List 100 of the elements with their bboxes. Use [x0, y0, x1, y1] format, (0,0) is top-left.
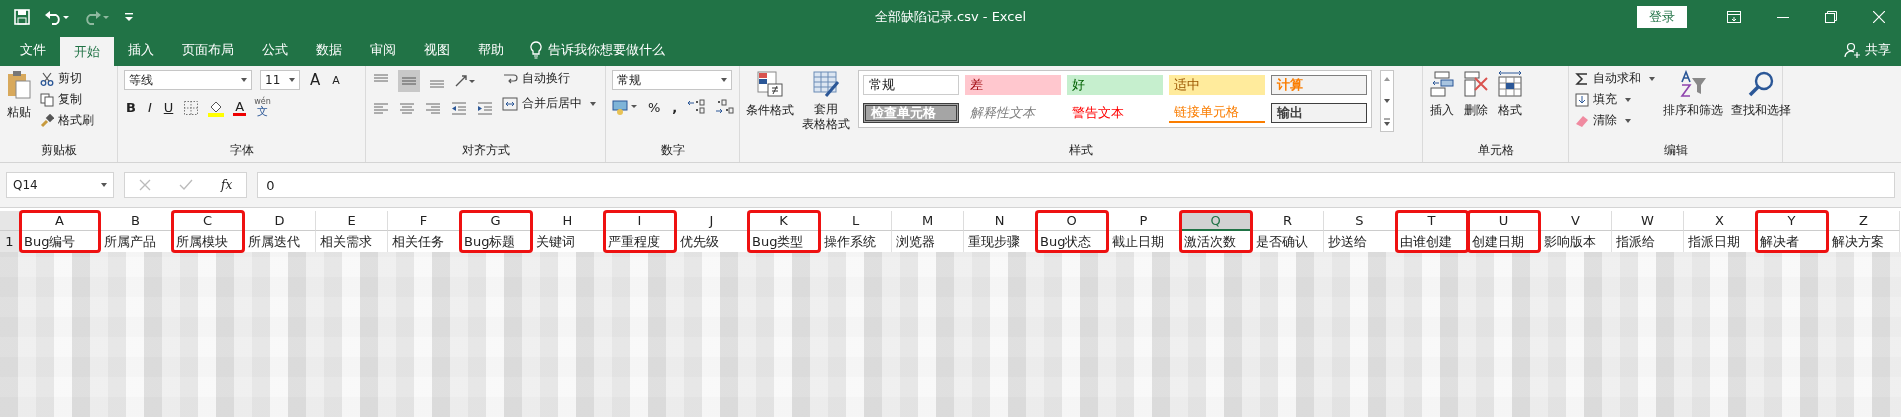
group-label: 样式: [1069, 142, 1093, 159]
column-header[interactable]: H: [532, 211, 604, 231]
font-color-button[interactable]: A: [233, 99, 247, 116]
autosum-button[interactable]: 自动求和: [1575, 70, 1655, 87]
copy-button[interactable]: 复制: [40, 91, 94, 108]
column-header[interactable]: N: [964, 211, 1036, 231]
merge-center-button[interactable]: 合并后居中: [502, 95, 596, 112]
gallery-scrollbar[interactable]: [1380, 70, 1394, 132]
restore-icon[interactable]: [1825, 10, 1837, 23]
row-number[interactable]: 1: [0, 231, 20, 252]
column-header[interactable]: W: [1612, 211, 1684, 231]
ribbon-tab[interactable]: 开始: [60, 37, 114, 66]
undo-icon[interactable]: [44, 8, 70, 25]
ribbon-tab[interactable]: 帮助: [464, 33, 518, 66]
increase-decimal-icon[interactable]: [687, 99, 708, 115]
fill-down-icon: [1575, 92, 1589, 107]
border-icon[interactable]: [183, 99, 200, 116]
font-size-dropdown[interactable]: 11: [260, 70, 300, 90]
cell-style-option[interactable]: 常规: [863, 75, 959, 95]
insert-cells-button[interactable]: 插入: [1429, 70, 1455, 119]
column-header[interactable]: X: [1684, 211, 1756, 231]
ribbon-tab[interactable]: 页面布局: [168, 33, 248, 66]
insert-cells-icon: [1429, 70, 1455, 98]
cell-style-option[interactable]: 解释性文本: [965, 103, 1061, 123]
delete-cells-icon: [1463, 70, 1489, 98]
column-header[interactable]: Q: [1180, 211, 1252, 231]
delete-cells-button[interactable]: 删除: [1463, 70, 1489, 119]
ribbon-tab[interactable]: 数据: [302, 33, 356, 66]
merge-cells-icon: [502, 95, 518, 112]
customize-icon[interactable]: [124, 10, 134, 23]
decrease-indent-icon[interactable]: [450, 100, 468, 118]
formula-input[interactable]: 0: [257, 172, 1895, 198]
window-title: 全部缺陷记录.csv - Excel: [874, 7, 1027, 26]
column-header[interactable]: B: [100, 211, 172, 231]
fill-button[interactable]: 填充: [1575, 91, 1655, 108]
table-cell: Bug标题: [460, 231, 532, 252]
sigma-icon: [1575, 71, 1589, 86]
column-header[interactable]: S: [1324, 211, 1396, 231]
cell-style-option[interactable]: 警告文本: [1067, 103, 1163, 123]
ribbon-tab[interactable]: 插入: [114, 33, 168, 66]
login-button[interactable]: 登录: [1637, 5, 1687, 28]
paste-button[interactable]: 粘贴: [6, 70, 32, 121]
group-label: 编辑: [1663, 142, 1688, 159]
clear-button[interactable]: 清除: [1575, 112, 1655, 129]
grow-font-button[interactable]: A: [308, 71, 323, 89]
table-cell: 所属模块: [172, 231, 244, 252]
comma-button[interactable]: ,: [670, 99, 680, 115]
column-header[interactable]: V: [1540, 211, 1612, 231]
column-header[interactable]: J: [676, 211, 748, 231]
column-header[interactable]: P: [1108, 211, 1180, 231]
cell-style-option[interactable]: 好: [1067, 75, 1163, 95]
bold-button[interactable]: B: [124, 100, 138, 115]
column-header[interactable]: D: [244, 211, 316, 231]
name-box[interactable]: Q14: [6, 172, 114, 198]
tell-me-search[interactable]: 告诉我你想要做什么: [548, 40, 665, 59]
ribbon-tab[interactable]: 审阅: [356, 33, 410, 66]
conditional-format-button[interactable]: 条件格式: [746, 70, 794, 119]
format-painter-button[interactable]: 格式刷: [40, 112, 94, 129]
find-select-button[interactable]: 查找和选择: [1731, 70, 1791, 119]
group-label: 字体: [229, 142, 254, 159]
format-as-table-button[interactable]: 套用 表格格式: [802, 70, 850, 132]
format-cells-button[interactable]: 格式: [1497, 70, 1523, 119]
column-header[interactable]: L: [820, 211, 892, 231]
cell-style-option[interactable]: 差: [965, 75, 1061, 95]
number-format-dropdown[interactable]: 常规: [612, 70, 732, 90]
percent-button[interactable]: %: [646, 99, 663, 115]
redo-icon[interactable]: [84, 8, 110, 25]
table-cell: Bug状态: [1036, 231, 1108, 252]
shrink-font-button[interactable]: A: [330, 73, 342, 87]
lightbulb-icon: [530, 40, 542, 59]
column-header[interactable]: R: [1252, 211, 1324, 231]
insert-function-button[interactable]: fx: [221, 178, 233, 192]
table-cell: 激活次数: [1180, 231, 1252, 252]
close-icon[interactable]: [1873, 10, 1885, 23]
wrap-text-button[interactable]: 自动换行: [502, 70, 596, 87]
font-name-dropdown[interactable]: 等线: [124, 70, 252, 90]
table-cell: 创建日期: [1468, 231, 1540, 252]
column-header[interactable]: E: [316, 211, 388, 231]
clipboard-icon: [6, 70, 32, 100]
underline-button[interactable]: U: [161, 100, 176, 115]
italic-button[interactable]: I: [145, 100, 154, 115]
copy-icon: [40, 92, 54, 107]
ribbon-tab[interactable]: 视图: [410, 33, 464, 66]
cell-style-option[interactable]: 输出: [1271, 103, 1367, 123]
cell-style-option[interactable]: 适中: [1169, 75, 1265, 95]
column-header[interactable]: Z: [1828, 211, 1900, 231]
column-header[interactable]: F: [388, 211, 460, 231]
column-header[interactable]: M: [892, 211, 964, 231]
save-icon[interactable]: [14, 8, 30, 25]
select-all-corner[interactable]: [0, 211, 20, 231]
currency-icon[interactable]: [612, 98, 638, 116]
share-button[interactable]: 共享: [1865, 40, 1891, 59]
ribbon-tab[interactable]: 文件: [6, 33, 60, 66]
cut-button[interactable]: 剪切: [40, 70, 94, 87]
phonetic-guide-button[interactable]: wén 文: [254, 98, 271, 117]
decrease-decimal-icon[interactable]: [715, 99, 736, 115]
ribbon-tab[interactable]: 公式: [248, 33, 302, 66]
grid-icon: [1497, 70, 1523, 98]
sort-filter-button[interactable]: 排序和筛选: [1663, 70, 1723, 119]
increase-indent-icon[interactable]: [476, 100, 494, 118]
